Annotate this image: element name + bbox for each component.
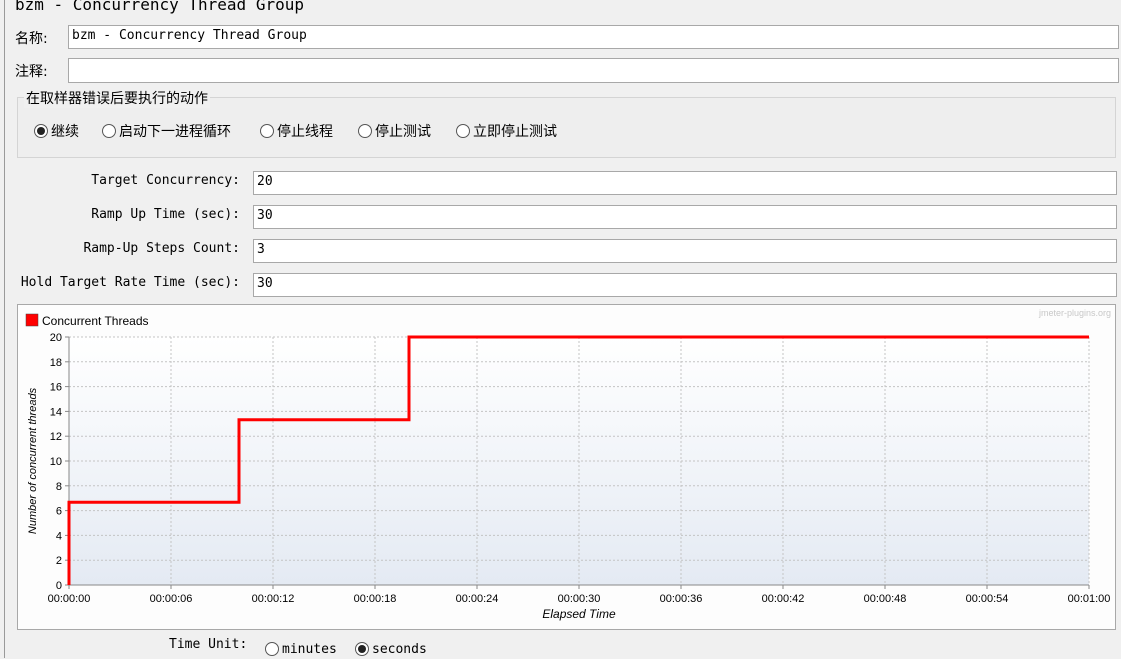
time-unit-label: Time Unit: bbox=[169, 637, 248, 652]
name-label: 名称: bbox=[15, 31, 48, 47]
radio-label: 继续 bbox=[51, 124, 79, 140]
radio-label: 停止测试 bbox=[375, 124, 431, 140]
x-tick-label: 00:00:42 bbox=[762, 593, 805, 605]
x-tick-label: 00:00:54 bbox=[966, 593, 1009, 605]
x-tick-label: 00:00:00 bbox=[48, 593, 91, 605]
x-tick-label: 00:00:30 bbox=[558, 593, 601, 605]
radio-indicator-icon[interactable] bbox=[102, 124, 116, 138]
radio-seconds[interactable]: seconds bbox=[355, 639, 427, 659]
legend-label: Concurrent Threads bbox=[42, 314, 149, 328]
legend-swatch bbox=[25, 313, 39, 327]
radio-stop-test[interactable]: 停止测试 bbox=[358, 121, 431, 141]
radio-label: minutes bbox=[282, 641, 337, 657]
radio-label: 立即停止测试 bbox=[473, 124, 557, 140]
ramp-up-steps-label: Ramp-Up Steps Count: bbox=[83, 241, 240, 256]
radio-start-next-loop[interactable]: 启动下一进程循环 bbox=[102, 121, 231, 141]
ramp-up-steps-input[interactable]: 3 bbox=[253, 239, 1117, 263]
ramp-up-time-input[interactable]: 30 bbox=[253, 205, 1117, 229]
y-tick-label: 10 bbox=[50, 456, 62, 468]
x-tick-label: 00:00:24 bbox=[456, 593, 499, 605]
x-tick-label: 00:00:12 bbox=[252, 593, 295, 605]
x-tick-label: 00:00:36 bbox=[660, 593, 703, 605]
radio-indicator-icon[interactable] bbox=[355, 642, 369, 656]
radio-label: 启动下一进程循环 bbox=[119, 124, 231, 140]
radio-continue[interactable]: 继续 bbox=[34, 121, 79, 141]
target-concurrency-label: Target Concurrency: bbox=[91, 173, 240, 188]
y-tick-label: 6 bbox=[56, 506, 62, 518]
y-tick-label: 14 bbox=[50, 406, 62, 418]
radio-indicator-icon[interactable] bbox=[456, 124, 470, 138]
x-axis-label: Elapsed Time bbox=[542, 607, 616, 621]
window-left-border bbox=[0, 0, 5, 658]
x-tick-label: 00:00:06 bbox=[150, 593, 193, 605]
y-tick-label: 18 bbox=[50, 357, 62, 369]
y-tick-label: 16 bbox=[50, 382, 62, 394]
concurrency-chart: 0 2 4 6 8 10 12 14 16 18 20 00:00:00 00:00:06 00:00:… bbox=[18, 305, 1115, 629]
radio-label: seconds bbox=[372, 641, 427, 657]
x-tick-label: 00:00:48 bbox=[864, 593, 907, 605]
y-tick-label: 4 bbox=[56, 530, 62, 542]
hold-time-label: Hold Target Rate Time (sec): bbox=[20, 275, 240, 290]
target-concurrency-input[interactable]: 20 bbox=[253, 171, 1117, 195]
y-tick-label: 2 bbox=[56, 555, 62, 567]
radio-indicator-icon[interactable] bbox=[358, 124, 372, 138]
y-axis-label: Number of concurrent threads bbox=[27, 387, 39, 534]
radio-indicator-icon[interactable] bbox=[265, 642, 279, 656]
concurrency-chart-frame: 0 2 4 6 8 10 12 14 16 18 20 00:00:00 00:00:06 00:00:… bbox=[17, 304, 1116, 630]
radio-label: 停止线程 bbox=[277, 124, 333, 140]
ramp-up-time-label: Ramp Up Time (sec): bbox=[91, 207, 240, 222]
y-tick-label: 0 bbox=[56, 580, 62, 592]
y-tick-label: 12 bbox=[50, 431, 62, 443]
radio-stop-thread[interactable]: 停止线程 bbox=[260, 121, 333, 141]
radio-stop-test-now[interactable]: 立即停止测试 bbox=[456, 121, 557, 141]
watermark: jmeter-plugins.org bbox=[1038, 308, 1111, 318]
radio-indicator-icon[interactable] bbox=[260, 124, 274, 138]
radio-indicator-icon[interactable] bbox=[34, 124, 48, 138]
x-tick-label: 00:00:18 bbox=[354, 593, 397, 605]
radio-minutes[interactable]: minutes bbox=[265, 639, 337, 659]
comment-label: 注释: bbox=[15, 64, 48, 80]
x-tick-label: 00:01:00 bbox=[1068, 593, 1111, 605]
panel-title: bzm - Concurrency Thread Group bbox=[15, 0, 304, 14]
y-tick-label: 20 bbox=[50, 332, 62, 344]
hold-time-input[interactable]: 30 bbox=[253, 273, 1117, 297]
name-input[interactable]: bzm - Concurrency Thread Group bbox=[68, 25, 1119, 49]
sampler-error-legend: 在取样器错误后要执行的动作 bbox=[24, 88, 210, 108]
y-tick-label: 8 bbox=[56, 481, 62, 493]
comment-input[interactable] bbox=[68, 58, 1119, 83]
